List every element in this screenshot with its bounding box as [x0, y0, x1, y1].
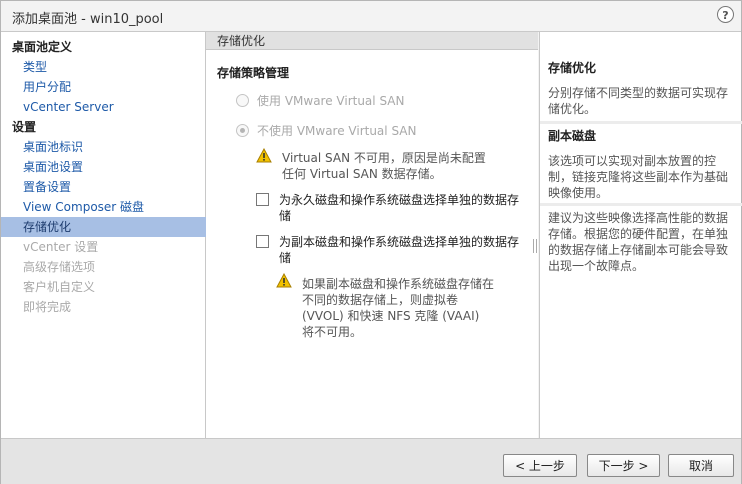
nav-group-pool-definition: 桌面池定义 [12, 40, 73, 54]
checkbox-separate-replica-label: 为副本磁盘和操作系统磁盘选择单独的数据存 储 [279, 235, 520, 265]
nav-item-guest-customization: 客户机自定义 [23, 280, 96, 294]
nav-item-user-assignment[interactable]: 用户分配 [1, 77, 227, 97]
nav-item-vcenter-settings: vCenter 设置 [23, 240, 99, 254]
panel-splitter-handle[interactable] [533, 239, 537, 253]
help-divider [540, 121, 742, 124]
radio-no-vsan[interactable] [236, 124, 249, 137]
section-title: 存储优化 [206, 32, 538, 50]
radio-no-vsan-label: 不使用 VMware Virtual SAN [257, 124, 417, 138]
replica-warning-text: 如果副本磁盘和操作系统磁盘存储在 不同的数据存储上，则虚拟卷 (VVOL) 和快… [302, 277, 495, 339]
nav-item-pool-settings[interactable]: 桌面池设置 [1, 157, 227, 177]
help-title-replica-disk: 副本磁盘 [548, 129, 597, 143]
help-divider [540, 203, 742, 206]
cancel-button[interactable]: 取消 [668, 454, 734, 477]
wizard-nav: 桌面池定义 类型 用户分配 vCenter Server 设置 桌面池标识 桌面… [1, 32, 227, 438]
help-title-storage-optimization: 存储优化 [548, 61, 597, 75]
main-panel: 存储优化 存储策略管理 使用 VMware Virtual SAN 不使用 VM… [206, 32, 538, 438]
nav-item-vcenter-server[interactable]: vCenter Server [1, 97, 227, 117]
nav-item-ready-to-complete: 即将完成 [23, 300, 72, 314]
add-desktop-pool-dialog: 添加桌面池 - win10_pool ? 桌面池定义 类型 用户分配 vCent… [0, 0, 742, 484]
nav-item-type[interactable]: 类型 [1, 57, 227, 77]
nav-item-storage-optimization[interactable]: 存储优化 [1, 217, 227, 237]
nav-item-pool-id[interactable]: 桌面池标识 [1, 137, 227, 157]
help-icon[interactable]: ? [717, 6, 734, 23]
vsan-warning-text: Virtual SAN 不可用，原因是尚未配置 任何 Virtual SAN 数… [282, 151, 486, 181]
checkbox-separate-persistent[interactable] [256, 193, 269, 206]
title-bar: 添加桌面池 - win10_pool ? [1, 1, 741, 32]
help-pane: 存储优化 分别存储不同类型的数据可实现存 储优化。 副本磁盘 该选项可以实现对副… [539, 32, 742, 438]
warning-icon [256, 148, 272, 163]
policy-title: 存储策略管理 [217, 66, 290, 80]
checkbox-separate-persistent-label: 为永久磁盘和操作系统磁盘选择单独的数据存 储 [279, 193, 520, 223]
nav-item-advanced-storage: 高级存储选项 [23, 260, 96, 274]
nav-group-settings: 设置 [12, 120, 37, 134]
dialog-footer: < 上一步 下一步 > 取消 [1, 438, 741, 484]
next-button[interactable]: 下一步 > [587, 454, 660, 477]
warning-icon [276, 273, 292, 288]
nav-item-provisioning[interactable]: 置备设置 [1, 177, 227, 197]
radio-use-vsan[interactable] [236, 94, 249, 107]
back-button[interactable]: < 上一步 [503, 454, 577, 477]
radio-use-vsan-label: 使用 VMware Virtual SAN [257, 94, 405, 108]
help-text-replica-disk: 该选项可以实现对副本放置的控 制，链接克隆将这些副本作为基础 映像使用。 [548, 154, 729, 200]
help-text-storage-optimization: 分别存储不同类型的数据可实现存 储优化。 [548, 86, 729, 116]
checkbox-separate-replica[interactable] [256, 235, 269, 248]
help-text-recommendation: 建议为这些映像选择高性能的数据 存储。根据您的硬件配置，在单独 的数据存储上存储… [548, 211, 729, 273]
dialog-title: 添加桌面池 - win10_pool [12, 12, 164, 27]
nav-item-composer-disks[interactable]: View Composer 磁盘 [1, 197, 227, 217]
